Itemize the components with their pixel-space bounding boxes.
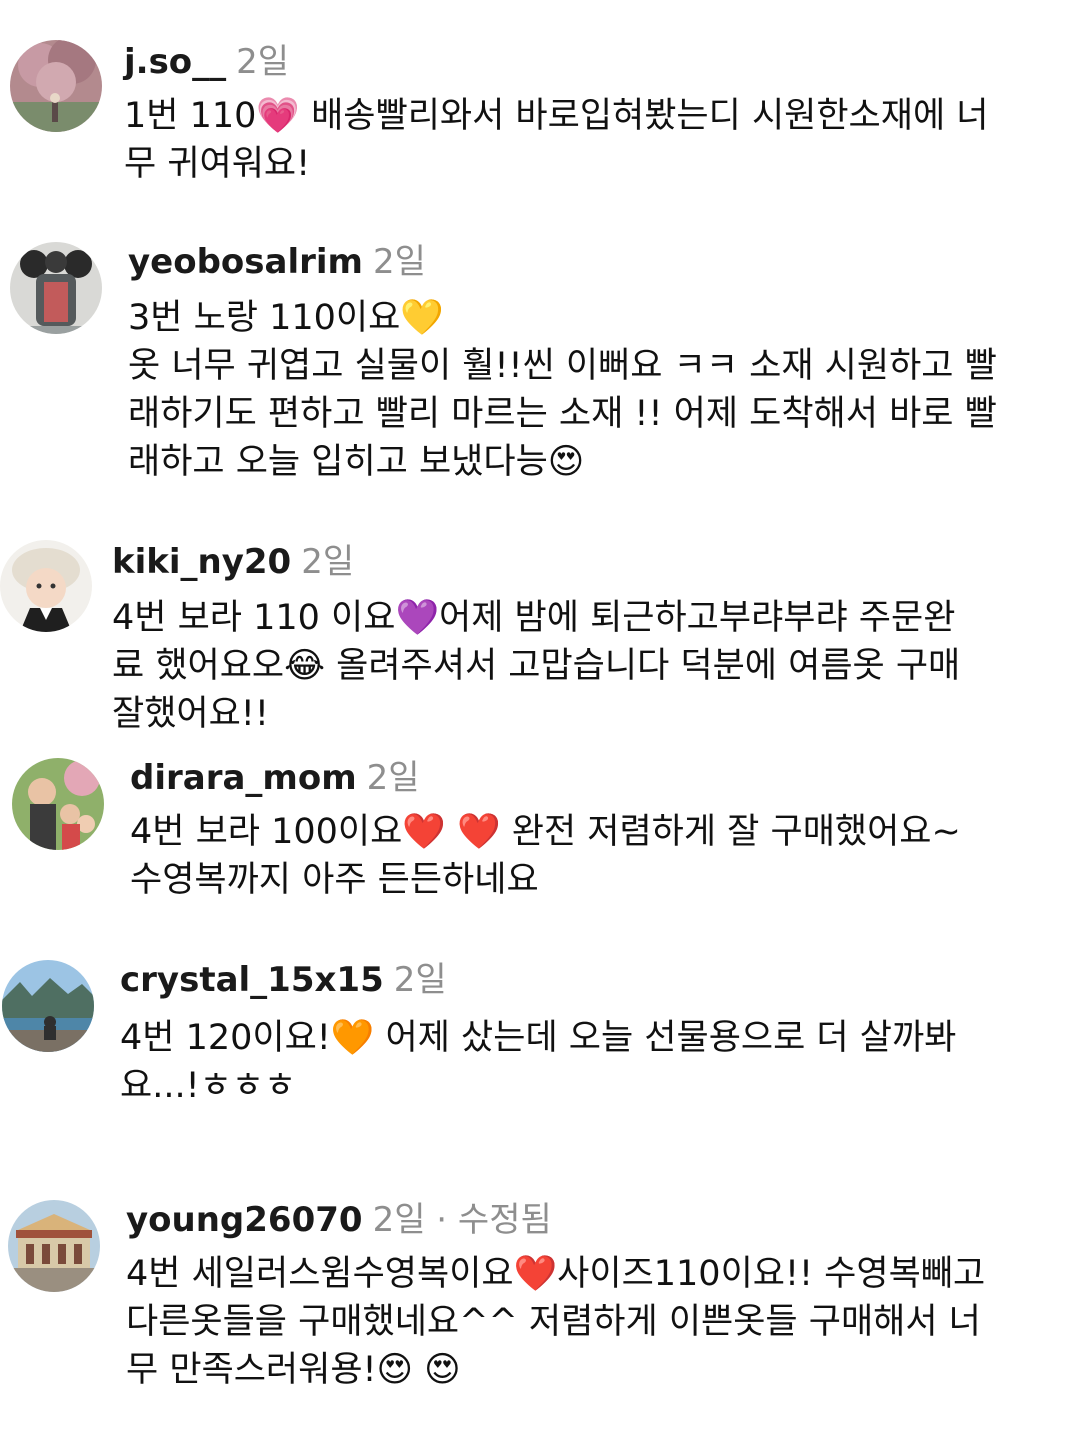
timestamp: 2일 bbox=[393, 960, 447, 1000]
timestamp: 2일 bbox=[372, 1200, 426, 1240]
avatar-photo-person-apron bbox=[10, 242, 102, 334]
timestamp: 2일 bbox=[301, 542, 355, 582]
comment-text: 3번 노랑 110이요💛 옷 너무 귀엽고 실물이 훨!!씬 이뻐요 ㅋㅋ 소재… bbox=[128, 298, 997, 482]
username[interactable]: kiki_ny20 bbox=[112, 542, 291, 582]
timestamp: 2일 bbox=[372, 242, 426, 282]
username[interactable]: j.so__ bbox=[124, 42, 226, 82]
avatar[interactable] bbox=[8, 1200, 100, 1292]
comment-header: j.so__ 2일 bbox=[124, 42, 289, 82]
comment-text: 4번 보라 110 이요💜어제 밤에 퇴근하고부랴부랴 주문완 료 했어요오😂 … bbox=[112, 598, 961, 734]
comment-header: dirara_mom 2일 bbox=[130, 758, 420, 798]
comment-header: kiki_ny20 2일 bbox=[112, 542, 354, 582]
username[interactable]: yeobosalrim bbox=[128, 242, 363, 282]
avatar-photo-family bbox=[12, 758, 104, 850]
comment-header: crystal_15x15 2일 bbox=[120, 960, 447, 1000]
comment-text: 4번 보라 100이요❤️ ❤️ 완전 저렴하게 잘 구매했어요~ 수영복까지 … bbox=[130, 812, 961, 900]
comment-text: 1번 110💗 배송빨리와서 바로입혀봤는디 시원한소재에 너 무 귀여워요! bbox=[124, 96, 989, 184]
comment-text: 4번 120이요!🧡 어제 샀는데 오늘 선물용으로 더 살까봐 요...!ㅎㅎ… bbox=[120, 1018, 957, 1106]
username[interactable]: dirara_mom bbox=[130, 758, 357, 798]
avatar[interactable] bbox=[10, 40, 102, 132]
timestamp: 2일 bbox=[366, 758, 420, 798]
avatar-photo-carousel bbox=[8, 1200, 100, 1292]
comment-header: yeobosalrim 2일 bbox=[128, 242, 426, 282]
avatar-photo-baby-hat bbox=[0, 540, 92, 632]
avatar[interactable] bbox=[2, 960, 94, 1052]
avatar-photo-sea-cliffs bbox=[2, 960, 94, 1052]
comment-header: young26070 2일 · 수정됨 bbox=[126, 1200, 552, 1240]
comment-text: 4번 세일러스윔수영복이요❤️사이즈110이요!! 수영복빼고 다른옷들을 구매… bbox=[126, 1254, 986, 1390]
avatar[interactable] bbox=[10, 242, 102, 334]
timestamp: 2일 bbox=[236, 42, 290, 82]
avatar[interactable] bbox=[0, 540, 92, 632]
username[interactable]: crystal_15x15 bbox=[120, 960, 384, 1000]
username[interactable]: young26070 bbox=[126, 1200, 363, 1240]
avatar[interactable] bbox=[12, 758, 104, 850]
edited-label: · 수정됨 bbox=[436, 1200, 552, 1240]
avatar-photo-cherry-blossom bbox=[10, 40, 102, 132]
